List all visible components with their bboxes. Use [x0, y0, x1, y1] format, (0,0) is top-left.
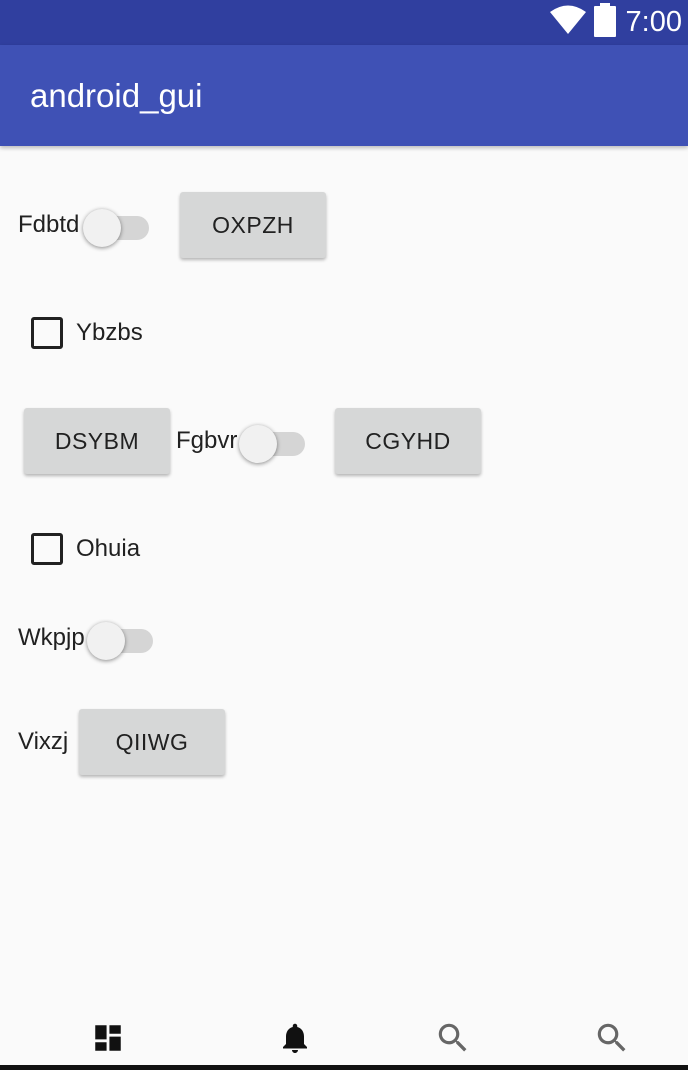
- nav-item-notifications[interactable]: [209, 1010, 381, 1070]
- bottom-navigation: [0, 1010, 688, 1070]
- switch-wkpjp-label: Wkpjp: [18, 624, 85, 651]
- nav-item-dashboard[interactable]: [22, 1010, 194, 1070]
- switch-fgbvr[interactable]: [239, 418, 311, 464]
- status-time: 7:00: [625, 6, 682, 38]
- checkbox-ohuia-label: Ohuia: [76, 535, 141, 562]
- battery-icon: [593, 2, 616, 42]
- app-bar: android_gui: [0, 45, 688, 146]
- switch-fdbtd-label: Fdbtd: [18, 211, 80, 238]
- search-icon: [593, 1019, 631, 1062]
- wifi-icon: [549, 5, 586, 40]
- search-icon: [434, 1019, 472, 1062]
- nav-item-search-1[interactable]: [367, 1010, 539, 1070]
- switch-fdbtd[interactable]: [83, 202, 155, 248]
- cgyhd-button[interactable]: CGYHD: [335, 408, 481, 474]
- status-bar: 7:00: [0, 0, 688, 45]
- bell-icon: [277, 1019, 313, 1062]
- checkbox-ybzbs[interactable]: [31, 317, 63, 349]
- switch-thumb: [87, 622, 125, 660]
- dsybm-button[interactable]: DSYBM: [24, 408, 170, 474]
- checkbox-ohuia[interactable]: [31, 533, 63, 565]
- switch-fgbvr-label: Fgbvr: [176, 427, 238, 454]
- qiiwg-button[interactable]: QIIWG: [79, 709, 225, 775]
- nav-item-search-2[interactable]: [526, 1010, 688, 1070]
- vixzj-label: Vixzj: [18, 728, 69, 755]
- switch-thumb: [239, 425, 277, 463]
- switch-wkpjp[interactable]: [87, 615, 159, 661]
- dashboard-icon: [91, 1021, 125, 1060]
- oxpzh-button[interactable]: OXPZH: [180, 192, 326, 258]
- app-title: android_gui: [30, 77, 203, 114]
- checkbox-ybzbs-label: Ybzbs: [76, 319, 143, 346]
- bottom-edge-line: [0, 1065, 688, 1070]
- status-icons: 7:00: [549, 2, 682, 42]
- switch-thumb: [83, 209, 121, 247]
